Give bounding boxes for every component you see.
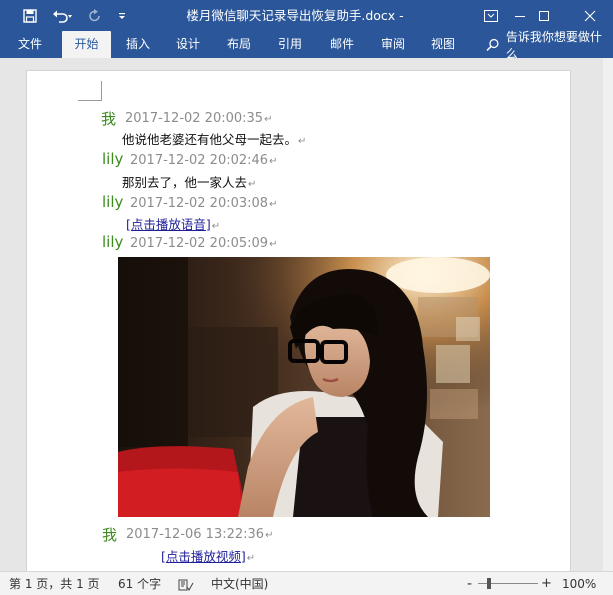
title-bar: 楼月微信聊天记录导出恢复助手.docx - (0, 0, 613, 31)
message-text: 那别去了，他一家人去↵ (122, 175, 257, 190)
status-bar: 第 1 页，共 1 页 61 个字 中文(中国) - + 100% (0, 571, 613, 595)
maximize-icon[interactable] (521, 0, 567, 31)
message-link-row: [点击播放语音]↵ (126, 217, 221, 232)
play-voice-link[interactable]: [点击播放语音] (126, 217, 211, 232)
tab-view[interactable]: 视图 (422, 31, 464, 58)
save-icon[interactable] (18, 0, 42, 31)
message-sender: 我 (102, 526, 118, 544)
tab-mailings[interactable]: 邮件 (321, 31, 363, 58)
tab-file[interactable]: 文件 (6, 31, 54, 58)
search-icon (486, 38, 499, 51)
tab-review[interactable]: 审阅 (372, 31, 414, 58)
message-timestamp: 2017-12-02 20:05:09↵ (130, 236, 278, 251)
zoom-out-button[interactable]: - (467, 572, 472, 595)
chat-photo[interactable] (118, 257, 490, 517)
proofing-icon[interactable] (178, 572, 194, 595)
tab-home[interactable]: 开始 (62, 31, 111, 58)
page-margin-corner-mark (78, 81, 102, 101)
message-timestamp: 2017-12-06 13:22:36↵ (126, 527, 274, 542)
tab-design[interactable]: 设计 (167, 31, 209, 58)
tab-references[interactable]: 引用 (269, 31, 311, 58)
message-text: 他说他老婆还有他父母一起去。↵ (122, 132, 307, 147)
zoom-slider-thumb[interactable] (487, 578, 491, 589)
message-timestamp: 2017-12-02 20:02:46↵ (130, 153, 278, 168)
tell-me-search[interactable]: 告诉我你想要做什么 (486, 30, 613, 61)
message-sender: lily (102, 150, 124, 168)
customize-quick-access-icon[interactable] (114, 0, 130, 31)
zoom-in-button[interactable]: + (541, 572, 552, 595)
tab-layout[interactable]: 布局 (218, 31, 260, 58)
vertical-scrollbar[interactable] (603, 58, 613, 571)
page-count[interactable]: 第 1 页，共 1 页 (9, 572, 100, 595)
redo-icon[interactable] (84, 0, 106, 31)
zoom-level[interactable]: 100% (562, 572, 596, 595)
message-timestamp: 2017-12-02 20:03:08↵ (130, 196, 278, 211)
message-sender: 我 (101, 110, 117, 128)
message-timestamp: 2017-12-02 20:00:35↵ (125, 111, 273, 126)
photo-image (118, 257, 490, 517)
close-icon[interactable] (567, 0, 613, 31)
document-title: 楼月微信聊天记录导出恢复助手.docx - (186, 8, 404, 23)
play-video-link[interactable]: [点击播放视频] (161, 549, 246, 564)
language-indicator[interactable]: 中文(中国) (211, 572, 268, 595)
message-link-row: [点击播放视频]↵ (161, 549, 256, 564)
message-sender: lily (102, 193, 124, 211)
undo-icon[interactable] (48, 0, 78, 31)
message-sender: lily (102, 233, 124, 251)
tab-insert[interactable]: 插入 (117, 31, 159, 58)
word-count[interactable]: 61 个字 (118, 572, 161, 595)
tell-me-label: 告诉我你想要做什么 (505, 29, 602, 61)
